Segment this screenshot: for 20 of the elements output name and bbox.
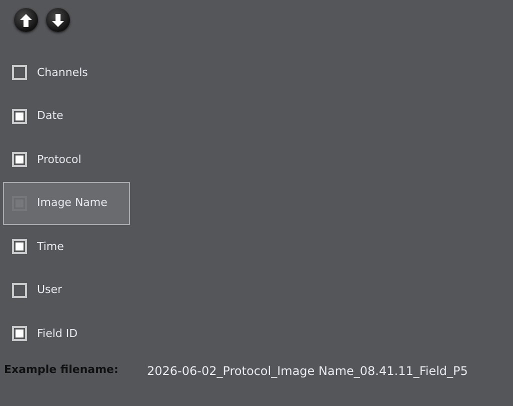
down-arrow-icon <box>52 14 64 26</box>
checkbox-label[interactable]: Date <box>37 108 64 124</box>
checkbox-label[interactable]: Field ID <box>37 326 78 342</box>
checkbox[interactable] <box>12 152 27 168</box>
checkbox[interactable] <box>12 326 27 342</box>
selected-row-highlight[interactable]: Image Name <box>3 182 130 225</box>
up-arrow-icon <box>20 14 32 26</box>
example-filename-label: Example filename: <box>4 362 120 378</box>
example-filename-value: 2026-06-02_Protocol_Image Name_08.41.11_Field_P5 <box>147 362 468 380</box>
checkbox[interactable] <box>12 239 27 254</box>
move-down-button[interactable] <box>46 8 70 32</box>
checkbox[interactable] <box>12 282 27 298</box>
checkbox[interactable] <box>12 65 27 80</box>
checkbox-label[interactable]: Time <box>37 238 64 255</box>
checkbox-label[interactable]: Channels <box>37 64 88 81</box>
checkbox-label[interactable]: Protocol <box>37 152 82 168</box>
checkbox-label[interactable]: User <box>37 282 62 298</box>
checkbox[interactable] <box>12 108 27 124</box>
checkbox-label[interactable]: Image Name <box>37 195 108 212</box>
move-up-button[interactable] <box>14 8 38 32</box>
